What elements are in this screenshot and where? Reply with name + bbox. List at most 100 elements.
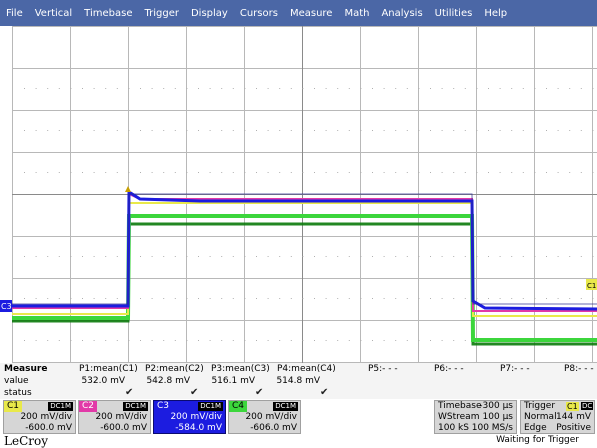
minor-tick-dot (441, 298, 443, 299)
waveform-grid[interactable]: C3 C1 (0, 26, 597, 364)
minor-tick-dot (441, 88, 443, 89)
offset-c2: -600.0 mV (100, 423, 147, 433)
minor-tick-dot (325, 88, 327, 89)
minor-tick-dot (557, 130, 559, 131)
channel-box-c3[interactable]: C3 DC1M 200 mV/div -584.0 mV (153, 400, 226, 434)
menu-utilities[interactable]: Utilities (429, 8, 479, 19)
minor-tick-dot (267, 88, 269, 89)
minor-tick-dot (580, 88, 582, 89)
offset-c4: -606.0 mV (250, 423, 297, 433)
minor-tick-dot (337, 298, 339, 299)
minor-tick-dot (441, 256, 443, 257)
timebase-box[interactable]: Timebase -300 µs WStream 100 µs 100 kS 1… (434, 400, 517, 434)
minor-tick-dot (372, 340, 373, 341)
measure-row-status-label: status (4, 388, 32, 398)
minor-tick-dot (186, 340, 188, 341)
minor-tick-dot (140, 298, 141, 299)
svg-text:C3: C3 (1, 302, 12, 311)
menu-analysis[interactable]: Analysis (375, 8, 428, 19)
minor-tick-dot (198, 256, 199, 257)
minor-tick-dot (174, 172, 176, 173)
minor-tick-dot (488, 130, 489, 131)
minor-tick-dot (418, 130, 420, 131)
measure-value-p1: 532.0 mV (81, 376, 125, 386)
minor-tick-dot (163, 340, 165, 341)
minor-tick-dot (198, 298, 199, 299)
minor-tick-dot (534, 172, 536, 173)
measure-status-p4-check-icon: ✔ (320, 387, 329, 398)
minor-tick-dot (476, 256, 478, 257)
minor-tick-dot (93, 130, 95, 131)
minor-tick-dot (406, 130, 408, 131)
minor-tick-dot (267, 172, 269, 173)
minor-tick-dot (592, 256, 594, 257)
minor-tick-dot (209, 130, 211, 131)
minor-tick-dot (209, 172, 211, 173)
measure-param-p5[interactable]: P5:- - - (368, 364, 398, 374)
minor-tick-dot (592, 130, 594, 131)
measure-param-p3[interactable]: P3:mean(C3) (211, 364, 270, 374)
menu-trigger[interactable]: Trigger (138, 8, 185, 19)
channel-box-c1[interactable]: C1 DC1M 200 mV/div -600.0 mV (3, 400, 76, 434)
minor-tick-dot (256, 88, 257, 89)
measure-param-p4[interactable]: P4:mean(C4) (277, 364, 336, 374)
coupling-badge-c2: DC1M (123, 402, 148, 411)
minor-tick-dot (163, 172, 165, 173)
measure-title: Measure (4, 364, 48, 374)
menu-measure[interactable]: Measure (284, 8, 339, 19)
minor-tick-dot (476, 88, 478, 89)
minor-tick-dot (116, 340, 118, 341)
channel-box-c2[interactable]: C2 DC1M 200 mV/div -600.0 mV (78, 400, 151, 434)
menu-cursors[interactable]: Cursors (234, 8, 284, 19)
minor-tick-dot (430, 340, 431, 341)
measure-param-p1[interactable]: P1:mean(C1) (79, 364, 138, 374)
channel-marker-left[interactable]: C3 (0, 300, 12, 312)
trigger-box[interactable]: Trigger C1 DC Normal 144 mV Edge Positiv… (520, 400, 595, 434)
minor-tick-dot (82, 298, 83, 299)
minor-tick-dot (314, 130, 315, 131)
minor-tick-dot (140, 88, 141, 89)
minor-tick-dot (232, 298, 234, 299)
measure-param-p8[interactable]: P8:- - - (564, 364, 594, 374)
minor-tick-dot (406, 88, 408, 89)
minor-tick-dot (499, 88, 501, 89)
minor-tick-dot (488, 88, 489, 89)
minor-tick-dot (93, 172, 95, 173)
timebase-samples: 100 kS (438, 423, 469, 433)
minor-tick-dot (314, 88, 315, 89)
minor-tick-dot (395, 298, 397, 299)
minor-tick-dot (372, 130, 373, 131)
menu-timebase[interactable]: Timebase (78, 8, 138, 19)
minor-tick-dot (70, 88, 72, 89)
measure-row-value-label: value (4, 376, 29, 386)
measure-param-p6[interactable]: P6:- - - (434, 364, 464, 374)
menu-file[interactable]: File (0, 8, 29, 19)
minor-tick-dot (174, 88, 176, 89)
minor-tick-dot (522, 256, 524, 257)
measure-param-p2[interactable]: P2:mean(C2) (145, 364, 204, 374)
minor-tick-dot (70, 130, 72, 131)
minor-tick-dot (569, 256, 571, 257)
minor-tick-dot (592, 88, 594, 89)
minor-tick-dot (360, 172, 362, 173)
menu-help[interactable]: Help (478, 8, 513, 19)
measure-value-p3: 516.1 mV (211, 376, 255, 386)
minor-tick-dot (116, 298, 118, 299)
menu-vertical[interactable]: Vertical (29, 8, 78, 19)
menu-math[interactable]: Math (338, 8, 375, 19)
minor-tick-dot (360, 88, 362, 89)
minor-tick-dot (441, 130, 443, 131)
channel-box-c4[interactable]: C4 DC1M 200 mV/div -606.0 mV (228, 400, 301, 434)
minor-tick-dot (35, 340, 37, 341)
measure-param-p7[interactable]: P7:- - - (500, 364, 530, 374)
minor-tick-dot (221, 130, 223, 131)
offset-c3: -584.0 mV (175, 423, 222, 433)
channel-marker-right[interactable]: C1 (586, 279, 597, 290)
minor-tick-dot (290, 256, 292, 257)
menu-display[interactable]: Display (185, 8, 234, 19)
minor-tick-dot (383, 340, 385, 341)
minor-tick-dot (151, 340, 153, 341)
vdiv-c4: 200 mV/div (245, 412, 297, 422)
minor-tick-dot (325, 172, 327, 173)
minor-tick-dot (256, 256, 257, 257)
